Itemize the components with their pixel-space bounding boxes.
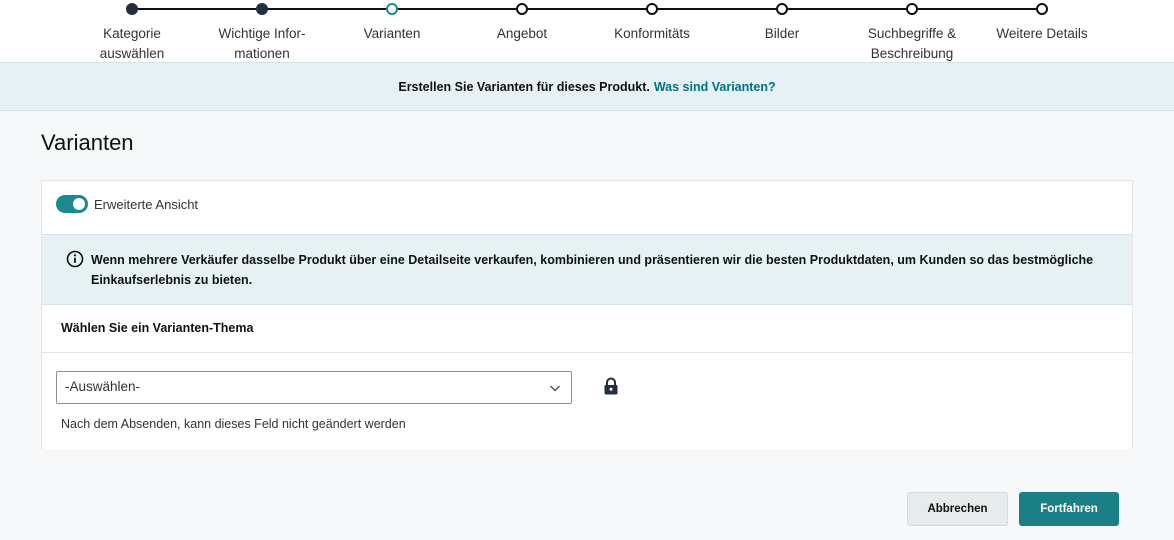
step-kategorie[interactable]: Kategorie auswählen xyxy=(67,0,197,64)
advanced-view-toggle[interactable] xyxy=(56,195,88,213)
step-dot-todo xyxy=(516,3,528,15)
step-dot-todo xyxy=(906,3,918,15)
step-dot-todo xyxy=(1036,3,1048,15)
select-value: -Auswählen- xyxy=(65,379,141,394)
step-label: Varianten xyxy=(363,26,421,41)
info-box: Wenn mehrere Verkäufer dasselbe Produkt … xyxy=(42,234,1132,305)
step-label: Wichtige Infor- mationen xyxy=(218,26,306,61)
step-label: Bilder xyxy=(764,26,800,41)
step-dot-current xyxy=(386,3,398,15)
toggle-knob xyxy=(73,198,85,210)
chevron-down-icon xyxy=(549,385,561,392)
divider xyxy=(42,352,1132,353)
step-label: Kategorie auswählen xyxy=(99,26,165,61)
info-icon xyxy=(66,250,84,268)
variations-card: Erweiterte Ansicht Wenn mehrere Verkäufe… xyxy=(41,180,1133,449)
info-text: Wenn mehrere Verkäufer dasselbe Produkt … xyxy=(91,253,1094,287)
continue-button[interactable]: Fortfahren xyxy=(1019,492,1119,526)
step-label: Angebot xyxy=(496,26,548,41)
step-dot-done xyxy=(256,3,268,15)
progress-stepper: Kategorie auswählen Wichtige Infor- mati… xyxy=(0,0,1174,62)
advanced-view-toggle-row: Erweiterte Ansicht xyxy=(56,195,198,213)
step-konformitaets[interactable]: Konformitäts xyxy=(587,0,717,44)
step-suchbegriffe[interactable]: Suchbegriffe & Beschreibung xyxy=(847,0,977,64)
step-label: Weitere Details xyxy=(996,26,1088,41)
step-label: Konformitäts xyxy=(614,26,690,41)
advanced-view-label: Erweiterte Ansicht xyxy=(94,196,199,212)
variations-banner: Erstellen Sie Varianten für dieses Produ… xyxy=(0,62,1174,111)
variation-theme-select[interactable]: -Auswählen- xyxy=(56,371,572,404)
step-dot-todo xyxy=(646,3,658,15)
step-varianten[interactable]: Varianten xyxy=(327,0,457,44)
step-label: Suchbegriffe & Beschreibung xyxy=(867,26,957,61)
variation-theme-heading: Wählen Sie ein Varianten-Thema xyxy=(61,321,254,335)
page-title: Varianten xyxy=(41,130,134,155)
step-dot-todo xyxy=(776,3,788,15)
cancel-button[interactable]: Abbrechen xyxy=(907,492,1008,526)
step-angebot[interactable]: Angebot xyxy=(457,0,587,44)
what-are-variations-link[interactable]: Was sind Varianten? xyxy=(654,80,776,94)
helper-text: Nach dem Absenden, kann dieses Feld nich… xyxy=(61,417,406,431)
step-bilder[interactable]: Bilder xyxy=(717,0,847,44)
step-dot-done xyxy=(126,3,138,15)
step-weitere-details[interactable]: Weitere Details xyxy=(977,0,1107,44)
banner-text: Erstellen Sie Varianten für dieses Produ… xyxy=(398,79,650,94)
lock-icon xyxy=(604,377,618,395)
step-wichtige-informationen[interactable]: Wichtige Infor- mationen xyxy=(197,0,327,64)
